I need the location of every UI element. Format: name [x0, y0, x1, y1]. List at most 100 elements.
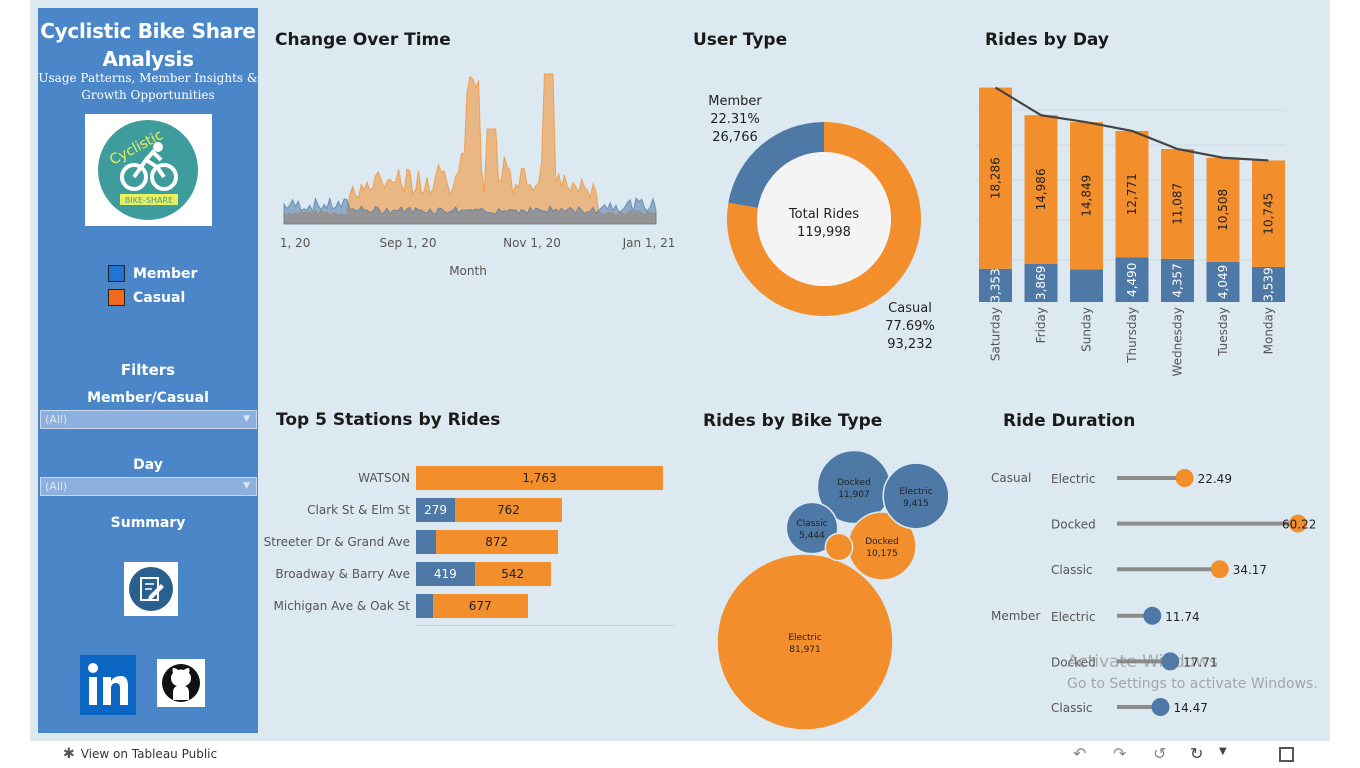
bubble-label: Electric	[899, 487, 932, 497]
github-icon[interactable]	[157, 659, 205, 707]
linkedin-icon[interactable]	[80, 655, 136, 715]
duration-dot[interactable]	[1143, 606, 1162, 625]
filter-day-select[interactable]: (All) ▼	[40, 477, 257, 496]
share-icon[interactable]: ↻	[1190, 744, 1203, 763]
top-stations-chart[interactable]: WATSON 1,763 Clark St & Elm St 279 762 Street…	[260, 466, 680, 631]
day-tick-label: Tuesday	[1216, 307, 1230, 357]
member-label: Member	[708, 94, 762, 109]
view-on-tableau-link[interactable]: ✱ View on Tableau Public	[63, 746, 217, 762]
bike-type-bubble-chart[interactable]: Electric 81,971 Docked 11,907 Docked 10,175 El…	[700, 440, 970, 740]
casual-bar-label: 14,849	[1080, 175, 1094, 217]
day-tick-label: Saturday	[989, 307, 1003, 361]
casual-bar-label: 10,745	[1262, 193, 1276, 235]
x-tick-label: Sep 1, 20	[380, 236, 437, 250]
logo-graphic: Cyclistic BIKE-SHARE	[98, 120, 198, 220]
filters-heading: Filters	[120, 361, 176, 379]
day-tick-label: Friday	[1034, 307, 1048, 343]
casual-bar[interactable]: 542	[474, 562, 551, 586]
bubble-label: Docked	[865, 537, 899, 547]
axis-line	[416, 625, 675, 626]
redo-icon[interactable]: ↷	[1113, 744, 1126, 763]
duration-value: 34.17	[1233, 563, 1267, 577]
station-row[interactable]: Michigan Ave & Oak St 677	[260, 594, 680, 618]
subtitle-line-2: Growth Opportunities	[81, 88, 215, 102]
revert-icon[interactable]: ↺	[1153, 744, 1166, 763]
summary-button[interactable]	[124, 562, 178, 616]
filter-day-value: (All)	[45, 480, 68, 493]
bike-type-label: Docked	[1051, 518, 1096, 532]
member-bar[interactable]: 279	[416, 498, 456, 522]
member-bar[interactable]: 419	[416, 562, 475, 586]
bubble-label: Classic	[796, 519, 827, 529]
filter-member-casual-label: Member/Casual	[87, 390, 209, 406]
station-label: Streeter Dr & Grand Ave	[263, 535, 410, 549]
duration-value: 11.74	[1165, 610, 1199, 624]
title-line-1: Cyclistic Bike Share	[40, 19, 256, 43]
casual-area[interactable]	[283, 73, 657, 225]
casual-bar[interactable]: 872	[435, 530, 558, 554]
member-bar[interactable]	[416, 594, 433, 618]
member-bar[interactable]	[416, 530, 436, 554]
change-over-time-chart[interactable]: Jul 1, 20 Sep 1, 20 Nov 1, 20 Jan 1, 21 …	[278, 68, 678, 283]
casual-value: 93,232	[887, 337, 933, 352]
station-row[interactable]: WATSON 1,763	[260, 466, 680, 490]
casual-label: Casual	[888, 301, 932, 316]
bike-type-label: Classic	[1051, 701, 1093, 715]
day-tick-label: Sunday	[1080, 307, 1094, 352]
legend-member-swatch	[108, 265, 125, 282]
duration-dot[interactable]	[1151, 698, 1170, 716]
bubble-value: 10,175	[866, 549, 898, 559]
chevron-down-icon: ▼	[243, 414, 250, 424]
day-tick-label: Monday	[1262, 307, 1276, 354]
activate-windows-hint: Go to Settings to activate Windows.	[1067, 676, 1318, 692]
station-label: WATSON	[358, 471, 410, 485]
ride-duration-title: Ride Duration	[1003, 411, 1136, 431]
fullscreen-icon[interactable]	[1279, 747, 1294, 762]
cyclistic-logo: Cyclistic BIKE-SHARE	[85, 114, 212, 226]
legend-casual[interactable]: Casual	[108, 289, 185, 306]
activate-windows-watermark: Activate Windows	[1067, 652, 1218, 672]
station-row[interactable]: Clark St & Elm St 279 762	[260, 498, 680, 522]
rides-by-day-chart[interactable]: 3,353 18,286 Saturday 3,869 14,986 Friday 14,8…	[975, 70, 1295, 380]
day-tick-label: Wednesday	[1171, 307, 1185, 376]
chevron-down-icon[interactable]: ▼	[1219, 746, 1227, 757]
sidebar: Cyclistic Bike Share Analysis Usage Patt…	[38, 8, 258, 733]
view-on-tableau-label: View on Tableau Public	[80, 747, 218, 761]
bubble-value: 5,444	[799, 531, 825, 541]
member-bar-label: 3,353	[989, 268, 1003, 302]
dashboard-title: Cyclistic Bike Share Analysis	[38, 17, 258, 73]
filter-member-casual-value: (All)	[45, 413, 68, 426]
x-tick-label: Jul 1, 20	[278, 236, 310, 250]
casual-bar[interactable]: 677	[432, 594, 528, 618]
title-line-2: Analysis	[102, 47, 194, 71]
casual-percent: 77.69%	[885, 319, 935, 334]
member-bar-label: 3,869	[1034, 266, 1048, 300]
bike-type-bubble[interactable]	[824, 532, 854, 562]
station-row[interactable]: Broadway & Barry Ave 419 542	[260, 562, 680, 586]
casual-bar-label: 10,508	[1216, 189, 1230, 231]
filter-member-casual-select[interactable]: (All) ▼	[40, 410, 257, 429]
casual-bar-label: 1,763	[522, 471, 557, 485]
casual-bar-label: 12,771	[1125, 173, 1139, 215]
station-label: Broadway & Barry Ave	[275, 567, 410, 581]
undo-icon[interactable]: ↶	[1073, 744, 1086, 763]
duration-value: 60.22	[1282, 518, 1316, 532]
bike-type-label: Electric	[1051, 610, 1095, 624]
member-value: 26,766	[712, 130, 758, 145]
bubble-value: 11,907	[838, 490, 870, 500]
duration-dot[interactable]	[1175, 469, 1194, 487]
casual-bar[interactable]: 1,763	[416, 466, 663, 490]
legend-member[interactable]: Member	[108, 265, 197, 282]
user-type-donut[interactable]: Total Rides 119,998 Member 22.31% 26,766…	[690, 80, 970, 360]
member-bar[interactable]	[1070, 269, 1103, 302]
casual-bar-label: 18,286	[989, 157, 1003, 199]
member-bar-label: 279	[424, 503, 447, 517]
casual-bar[interactable]: 762	[455, 498, 562, 522]
duration-dot[interactable]	[1210, 560, 1229, 579]
duration-value: 22.49	[1198, 472, 1232, 486]
station-row[interactable]: Streeter Dr & Grand Ave 872	[260, 530, 680, 554]
bubble-value: 9,415	[903, 499, 929, 509]
logo-text-bottom: BIKE-SHARE	[125, 196, 173, 205]
top-stations-title: Top 5 Stations by Rides	[276, 410, 501, 430]
donut-center-value: 119,998	[797, 225, 851, 240]
